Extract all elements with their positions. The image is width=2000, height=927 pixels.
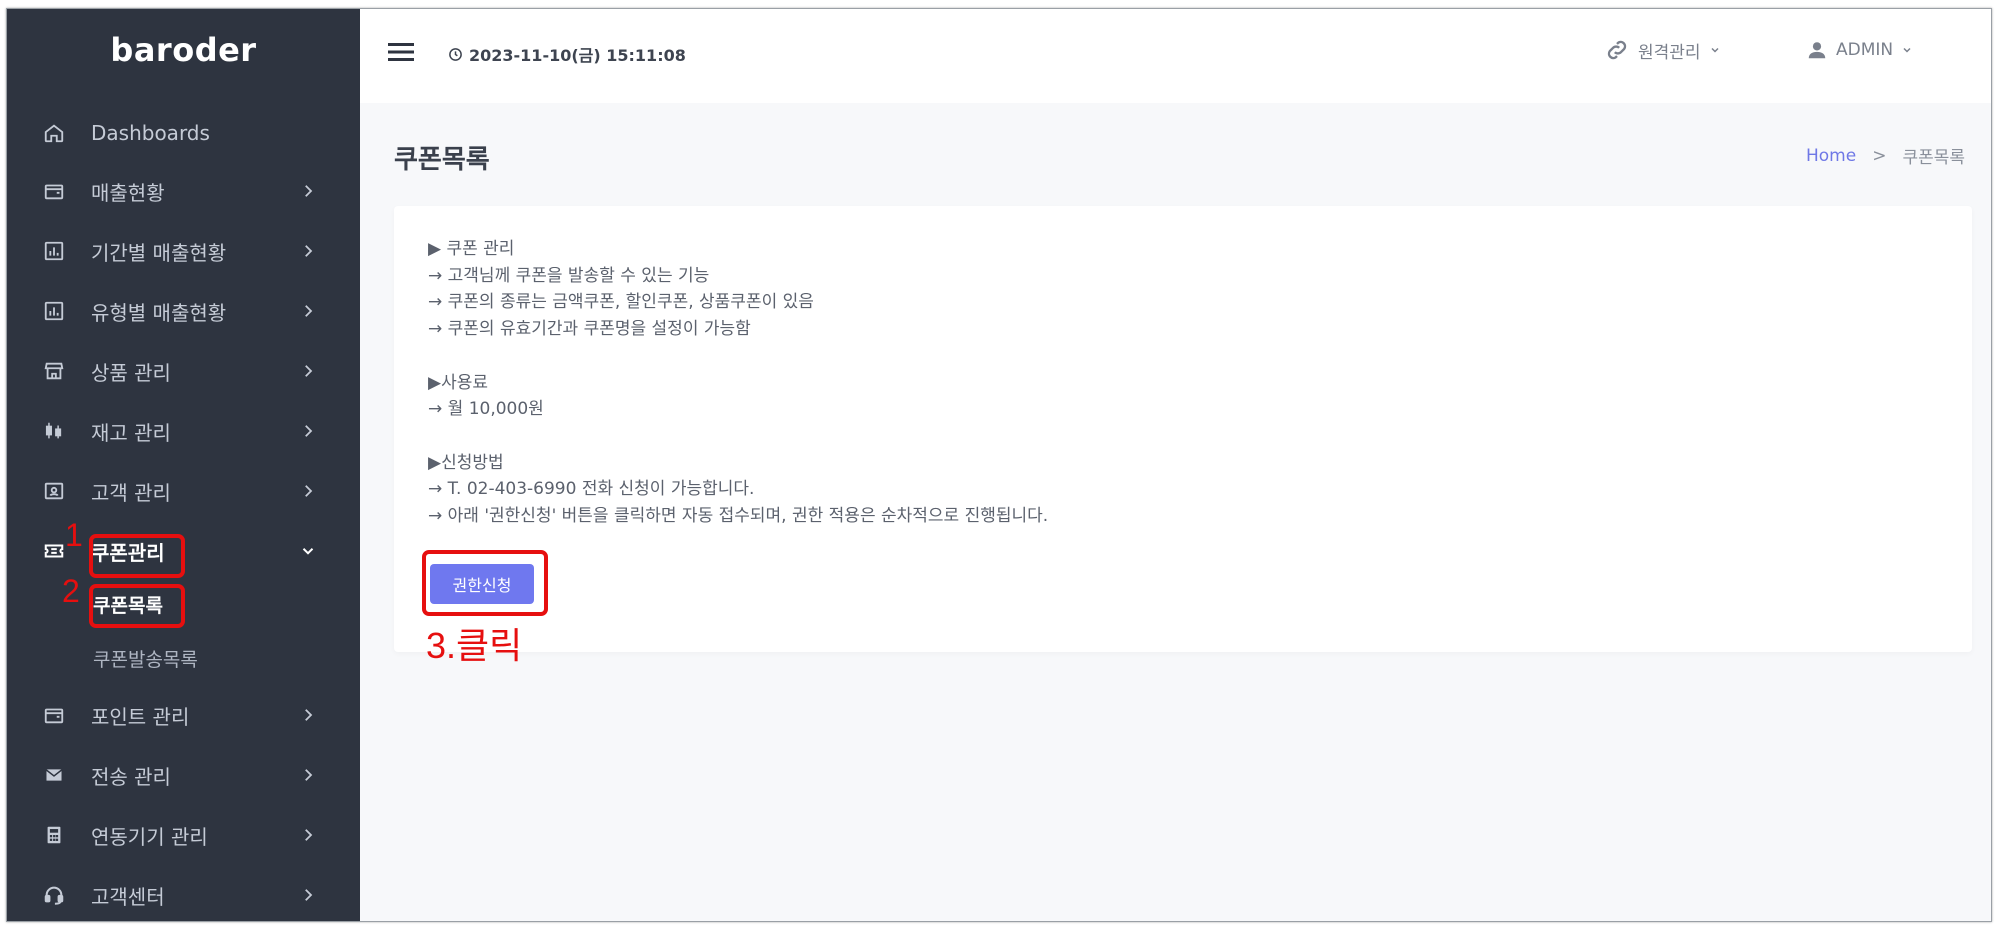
sidebar-item-sales[interactable]: 매출현황 bbox=[7, 169, 360, 213]
annotation-step3-label: 3.클릭 bbox=[426, 625, 523, 666]
contact-card-icon bbox=[44, 482, 64, 500]
chevron-down-icon bbox=[302, 548, 314, 555]
annotation-step2-number: 2 bbox=[62, 573, 80, 609]
remote-management-menu[interactable]: 원격관리 bbox=[1604, 37, 1721, 63]
sidebar-item-label: 상품 관리 bbox=[91, 360, 171, 385]
info-line: → 쿠폰의 유효기간과 쿠폰명을 설정이 가능함 bbox=[428, 319, 751, 340]
chevron-right-icon bbox=[305, 829, 313, 841]
info-line bbox=[428, 343, 1048, 370]
remote-management-label: 원격관리 bbox=[1638, 42, 1701, 63]
admin-user-menu[interactable]: ADMIN bbox=[1806, 39, 1913, 61]
annotation-box-step1 bbox=[89, 534, 185, 578]
logo[interactable]: baroder bbox=[7, 31, 360, 69]
breadcrumb: Home > 쿠폰목록 bbox=[1806, 143, 1965, 169]
wallet-icon bbox=[44, 184, 64, 200]
breadcrumb-separator: > bbox=[1872, 145, 1887, 166]
info-line: ▶신청방법 bbox=[428, 452, 504, 473]
chevron-down-icon bbox=[1711, 47, 1719, 53]
chevron-right-icon bbox=[305, 305, 313, 317]
sidebar-item-label: 기간별 매출현황 bbox=[91, 240, 227, 265]
info-line: → T. 02-403-6990 전화 신청이 가능합니다. bbox=[428, 479, 755, 500]
chevron-right-icon bbox=[305, 245, 313, 257]
sidebar: baroder Dashboards 매출현황 기간별 매출현황 유형별 매출현… bbox=[7, 9, 360, 921]
sidebar-item-customers[interactable]: 고객 관리 bbox=[7, 469, 360, 513]
link-icon bbox=[1607, 40, 1627, 60]
sidebar-item-label: 고객센터 bbox=[91, 884, 165, 909]
sidebar-item-dashboards[interactable]: Dashboards bbox=[7, 111, 360, 155]
user-icon bbox=[1808, 42, 1826, 59]
sidebar-item-label: 매출현황 bbox=[91, 180, 165, 205]
sidebar-item-devices[interactable]: 연동기기 관리 bbox=[7, 813, 360, 857]
sidebar-item-label: 전송 관리 bbox=[91, 764, 171, 789]
current-datetime: 2023-11-10(금) 15:11:08 bbox=[448, 42, 686, 66]
datetime-text: 2023-11-10(금) 15:11:08 bbox=[469, 46, 686, 65]
calculator-icon bbox=[47, 826, 61, 844]
wallet-icon bbox=[44, 708, 64, 724]
info-line: → 아래 '권한신청' 버튼을 클릭하면 자동 접수되며, 권한 적용은 순차적… bbox=[428, 506, 1049, 527]
sidebar-item-messaging[interactable]: 전송 관리 bbox=[7, 753, 360, 797]
admin-label: ADMIN bbox=[1836, 40, 1894, 60]
sidebar-item-type-sales[interactable]: 유형별 매출현황 bbox=[7, 289, 360, 333]
clock-icon bbox=[449, 47, 462, 61]
ticket-icon bbox=[44, 544, 64, 558]
sidebar-item-products[interactable]: 상품 관리 bbox=[7, 349, 360, 393]
sidebar-item-period-sales[interactable]: 기간별 매출현황 bbox=[7, 229, 360, 273]
annotation-box-step2 bbox=[89, 584, 185, 628]
mail-icon bbox=[45, 767, 63, 783]
chevron-down-icon bbox=[1903, 47, 1911, 53]
sidebar-item-points[interactable]: 포인트 관리 bbox=[7, 693, 360, 737]
sidebar-item-label: 연동기기 관리 bbox=[91, 824, 208, 849]
sidebar-item-inventory[interactable]: 재고 관리 bbox=[7, 409, 360, 453]
sidebar-item-label: 재고 관리 bbox=[91, 420, 171, 445]
store-icon bbox=[44, 362, 64, 380]
info-line: → 고객님께 쿠폰을 발송할 수 있는 기능 bbox=[428, 265, 710, 286]
chevron-right-icon bbox=[305, 185, 313, 197]
info-line: → 쿠폰의 종류는 금액쿠폰, 할인쿠폰, 상품쿠폰이 있음 bbox=[428, 292, 814, 313]
headset-icon bbox=[44, 886, 64, 905]
candlestick-icon bbox=[45, 422, 62, 439]
annotation-box-step3 bbox=[422, 550, 548, 616]
info-line: ▶ 쿠폰 관리 bbox=[428, 239, 515, 259]
info-line: ▶사용료 bbox=[428, 372, 488, 393]
sidebar-item-support[interactable]: 고객센터 bbox=[7, 873, 360, 917]
topbar: 2023-11-10(금) 15:11:08 원격관리 ADMIN bbox=[360, 9, 1991, 103]
chevron-right-icon bbox=[305, 365, 313, 377]
chevron-right-icon bbox=[305, 485, 313, 497]
chevron-right-icon bbox=[305, 425, 313, 437]
breadcrumb-current: 쿠폰목록 bbox=[1902, 148, 1965, 168]
bar-chart-icon bbox=[44, 301, 64, 321]
sidebar-subitem-coupon-send-list[interactable]: 쿠폰발송목록 bbox=[93, 645, 198, 672]
home-icon bbox=[44, 124, 64, 143]
info-line: → 월 10,000원 bbox=[428, 399, 544, 420]
coupon-info-card: ▶ 쿠폰 관리 → 고객님께 쿠폰을 발송할 수 있는 기능 → 쿠폰의 종류는… bbox=[394, 206, 1972, 652]
chevron-right-icon bbox=[305, 889, 313, 901]
sidebar-item-label: 포인트 관리 bbox=[91, 704, 190, 729]
breadcrumb-home-link[interactable]: Home bbox=[1806, 146, 1856, 166]
chevron-right-icon bbox=[305, 709, 313, 721]
sidebar-item-label: 유형별 매출현황 bbox=[91, 300, 227, 325]
app-window: baroder Dashboards 매출현황 기간별 매출현황 유형별 매출현… bbox=[6, 8, 1992, 922]
coupon-info-text: ▶ 쿠폰 관리 → 고객님께 쿠폰을 발송할 수 있는 기능 → 쿠폰의 종류는… bbox=[428, 236, 1048, 530]
page-title: 쿠폰목록 bbox=[394, 145, 490, 175]
annotation-step1-number: 1 bbox=[65, 517, 83, 553]
bar-chart-icon bbox=[44, 241, 64, 261]
chevron-right-icon bbox=[305, 769, 313, 781]
sidebar-item-label: Dashboards bbox=[91, 121, 210, 145]
sidebar-item-label: 고객 관리 bbox=[91, 480, 171, 505]
menu-icon[interactable] bbox=[388, 41, 414, 63]
info-line bbox=[428, 423, 1048, 450]
